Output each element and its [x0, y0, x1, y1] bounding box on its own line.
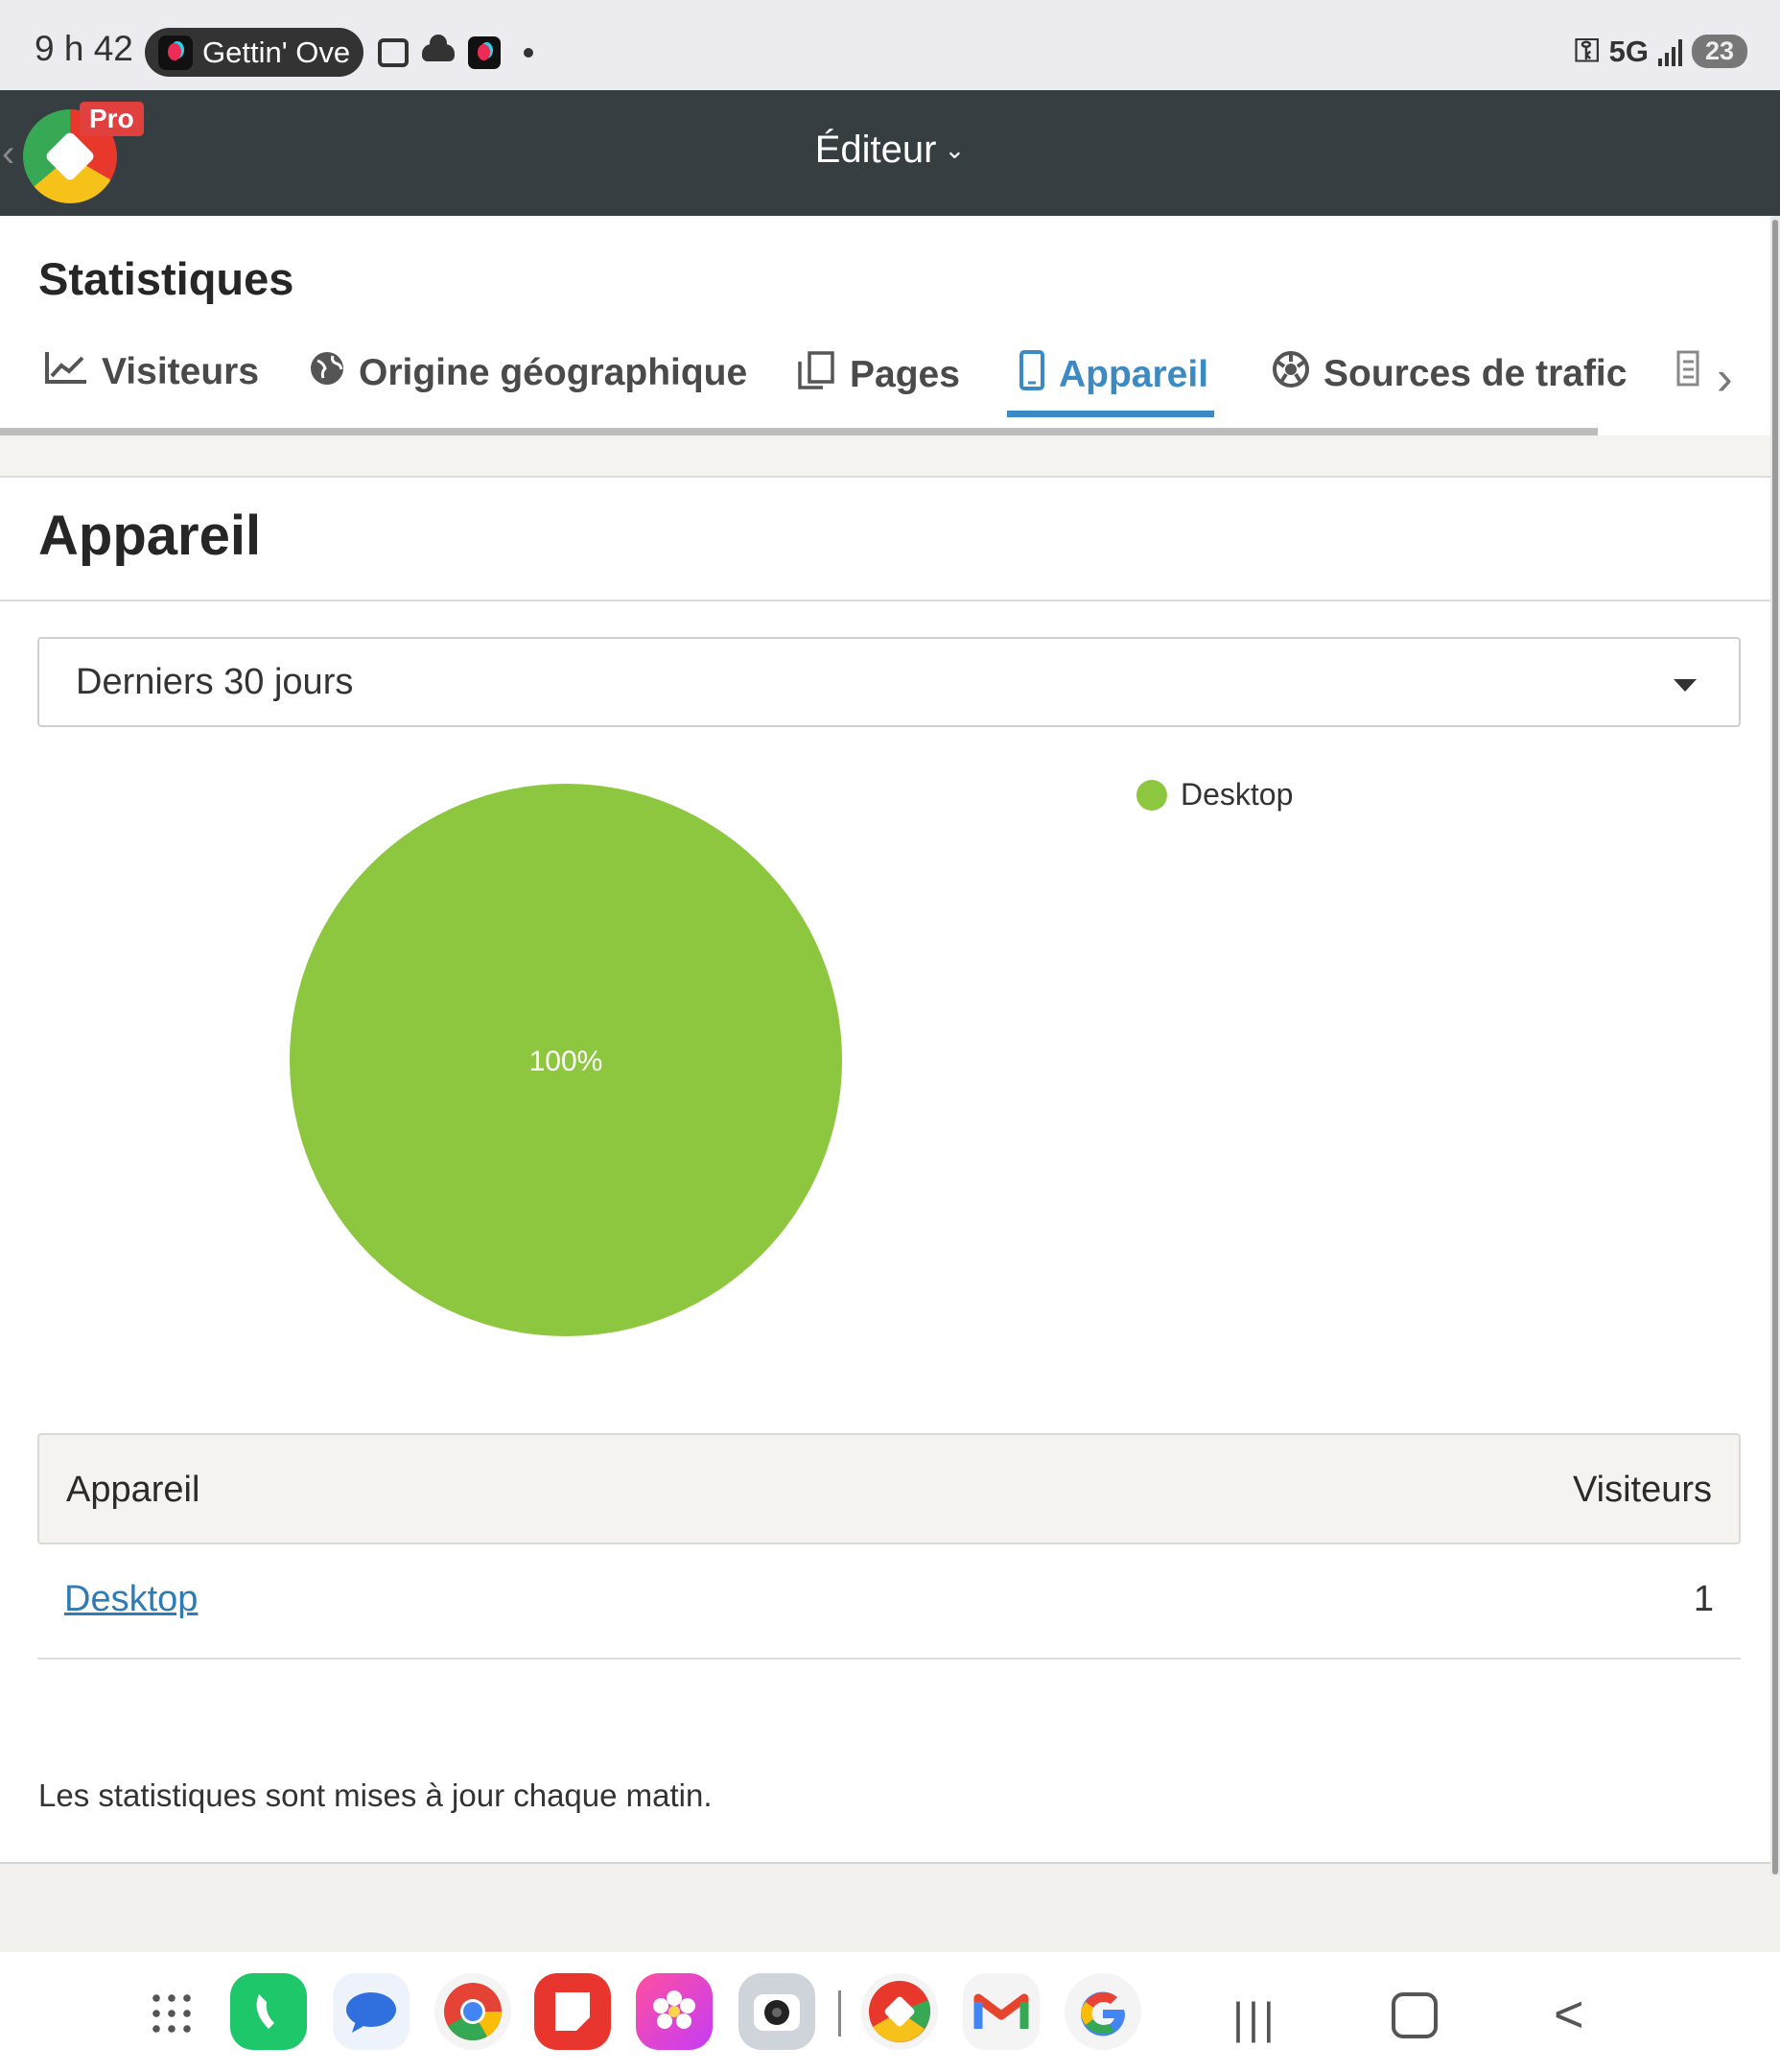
page-title: Statistiques: [38, 253, 294, 304]
camera-app-icon[interactable]: [738, 1973, 815, 2050]
recent-apps-icon[interactable]: |||: [1232, 1992, 1278, 2044]
status-time: 9 h 42: [35, 29, 133, 68]
cloud-icon: [422, 35, 455, 61]
column-header-appareil: Appareil: [66, 1470, 200, 1510]
legend-item[interactable]: Desktop: [1136, 777, 1293, 812]
tab-label: Visiteurs: [102, 351, 260, 392]
gallery-app-icon[interactable]: [636, 1973, 713, 2050]
screenshot-icon: [378, 38, 409, 67]
pages-icon: [796, 350, 836, 400]
stats-update-note: Les statistiques sont mises à jour chaqu…: [38, 1778, 713, 1813]
device-link-desktop[interactable]: Desktop: [64, 1579, 198, 1620]
tab-label: Appareil: [1059, 354, 1209, 395]
music-app-notification-icon: [468, 36, 501, 69]
tab-pages[interactable]: Pages: [796, 350, 960, 400]
tabs-separator: [0, 436, 1770, 478]
traffic-source-icon: [1272, 350, 1310, 398]
stats-tabs: Visiteurs Origine géographique Pages App…: [0, 321, 1770, 436]
media-pill[interactable]: Gettin' Ove: [145, 28, 363, 77]
chrome-app-icon[interactable]: [434, 1973, 511, 2050]
back-icon[interactable]: <: [1554, 1985, 1584, 2044]
gmail-app-icon[interactable]: [963, 1973, 1040, 2050]
legend-label: Desktop: [1181, 777, 1294, 812]
status-system-icons: ⚿ 5G 23: [1575, 33, 1747, 70]
site-builder-app-icon[interactable]: [861, 1973, 938, 2050]
battery-level: 23: [1691, 35, 1747, 68]
signal-icon: [1657, 37, 1682, 66]
section-divider: [0, 600, 1770, 601]
tab-label: Pages: [850, 354, 960, 395]
tab-label: Origine géographique: [359, 352, 748, 393]
more-notifications-dot-icon: [524, 48, 533, 58]
status-bar: 9 h 42 Gettin' Ove ⚿ 5G 23: [0, 0, 1780, 90]
chart-legend: Desktop: [1136, 777, 1293, 812]
page-scrollbar[interactable]: [1770, 216, 1780, 1875]
media-pill-label: Gettin' Ove: [202, 35, 351, 69]
pie-slice-label: 100%: [529, 1046, 603, 1077]
chevron-down-icon: ⌄: [944, 135, 966, 164]
mobile-icon: [1019, 350, 1045, 400]
device-table: Appareil Visiteurs Desktop 1: [37, 1433, 1741, 1660]
navigation-bar: ||| <: [0, 1952, 1780, 2072]
tabs-scroll-right-icon[interactable]: ›: [1717, 350, 1733, 406]
legend-swatch: [1136, 779, 1167, 811]
active-tab-indicator: [1007, 411, 1214, 417]
home-icon[interactable]: [1392, 1992, 1438, 2038]
notes-app-icon[interactable]: [534, 1973, 611, 2050]
column-header-visiteurs: Visiteurs: [1572, 1470, 1712, 1510]
period-select-value: Derniers 30 jours: [76, 662, 354, 702]
chart-line-icon: [44, 350, 88, 394]
tab-origine-geographique[interactable]: Origine géographique: [309, 350, 747, 396]
card-bottom-border: [0, 1862, 1770, 1864]
document-icon: [1676, 350, 1699, 396]
dock-divider: [838, 1990, 841, 2037]
tab-sources-de-trafic[interactable]: Sources de trafic: [1272, 350, 1627, 398]
period-select[interactable]: Derniers 30 jours: [37, 637, 1741, 727]
table-row: Desktop 1: [37, 1544, 1741, 1660]
globe-icon: [309, 350, 345, 396]
visitor-count: 1: [1693, 1579, 1714, 1619]
tab-partial-next[interactable]: [1676, 350, 1713, 396]
caret-down-icon: [1674, 679, 1697, 692]
tab-visiteurs[interactable]: Visiteurs: [44, 350, 259, 394]
tab-label: Sources de trafic: [1323, 353, 1628, 394]
app-header: ‹ Pro Éditeur ⌄: [0, 90, 1780, 216]
messages-app-icon[interactable]: [333, 1973, 410, 2050]
status-notification-icons: [378, 35, 533, 69]
section-title: Appareil: [38, 505, 262, 567]
apps-grid-icon[interactable]: [149, 1990, 193, 2035]
scrollbar-thumb[interactable]: [1772, 220, 1778, 1874]
tab-appareil[interactable]: Appareil: [1019, 350, 1208, 400]
editor-menu[interactable]: Éditeur ⌄: [0, 129, 1780, 172]
network-type: 5G: [1608, 34, 1649, 68]
google-app-icon[interactable]: [1065, 1973, 1141, 2050]
vpn-key-icon: ⚿: [1574, 33, 1600, 69]
table-header: Appareil Visiteurs: [37, 1433, 1741, 1544]
phone-app-icon[interactable]: [230, 1973, 307, 2050]
music-app-icon: [158, 35, 193, 70]
device-pie-chart: 100%: [290, 784, 842, 1336]
editor-title: Éditeur: [814, 129, 937, 171]
tabs-scroll-track[interactable]: [0, 428, 1598, 436]
